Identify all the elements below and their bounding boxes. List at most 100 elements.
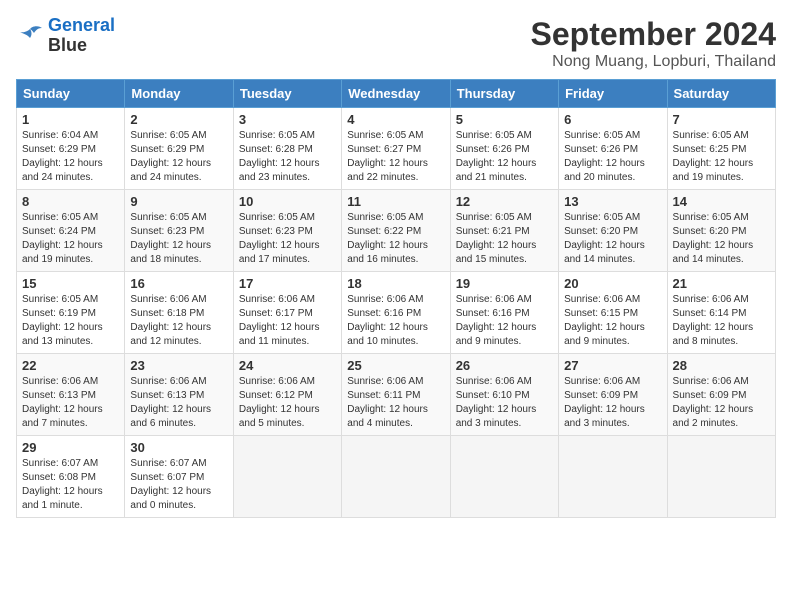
day-info: Sunrise: 6:06 AMSunset: 6:16 PMDaylight:… [347, 293, 444, 349]
month-title: September 2024 [531, 16, 776, 53]
day-number: 8 [22, 194, 119, 209]
day-info: Sunrise: 6:05 AMSunset: 6:24 PMDaylight:… [22, 211, 119, 267]
calendar-week-row: 15 Sunrise: 6:05 AMSunset: 6:19 PMDayligh… [17, 272, 776, 354]
page-header: GeneralBlue September 2024 Nong Muang, L… [16, 16, 776, 71]
day-number: 23 [130, 358, 227, 373]
calendar-cell: 25Sunrise: 6:06 AMSunset: 6:11 PMDayligh… [342, 354, 450, 436]
calendar-header-row: SundayMondayTuesdayWednesdayThursdayFrid… [17, 80, 776, 108]
logo-text: GeneralBlue [48, 16, 115, 56]
day-info: Sunrise: 6:06 AMSunset: 6:12 PMDaylight:… [239, 375, 336, 431]
day-number: 11 [347, 194, 444, 209]
calendar-cell: 16Sunrise: 6:06 AMSunset: 6:18 PMDayligh… [125, 272, 233, 354]
day-number: 24 [239, 358, 336, 373]
day-info: Sunrise: 6:05 AMSunset: 6:20 PMDaylight:… [564, 211, 661, 267]
day-number: 4 [347, 112, 444, 127]
calendar-cell [559, 436, 667, 518]
day-info: Sunrise: 6:05 AMSunset: 6:21 PMDaylight:… [456, 211, 553, 267]
calendar-cell: 6 Sunrise: 6:05 AMSunset: 6:26 PMDaylight… [559, 108, 667, 190]
calendar-cell: 7 Sunrise: 6:05 AMSunset: 6:25 PMDaylight… [667, 108, 775, 190]
calendar-cell: 15 Sunrise: 6:05 AMSunset: 6:19 PMDayligh… [17, 272, 125, 354]
day-info: Sunrise: 6:05 AMSunset: 6:29 PMDaylight:… [130, 129, 227, 185]
day-number: 15 [22, 276, 119, 291]
calendar-cell: 24 Sunrise: 6:06 AMSunset: 6:12 PMDayligh… [233, 354, 341, 436]
calendar-cell [233, 436, 341, 518]
day-info: Sunrise: 6:06 AMSunset: 6:10 PMDaylight:… [456, 375, 553, 431]
calendar-cell: 3Sunrise: 6:05 AMSunset: 6:28 PMDaylight… [233, 108, 341, 190]
day-info: Sunrise: 6:05 AMSunset: 6:28 PMDaylight:… [239, 129, 336, 185]
column-header-friday: Friday [559, 80, 667, 108]
day-number: 20 [564, 276, 661, 291]
day-number: 6 [564, 112, 661, 127]
calendar-cell: 13 Sunrise: 6:05 AMSunset: 6:20 PMDayligh… [559, 190, 667, 272]
calendar-table: SundayMondayTuesdayWednesdayThursdayFrid… [16, 79, 776, 518]
calendar-cell: 1 Sunrise: 6:04 AMSunset: 6:29 PMDaylight… [17, 108, 125, 190]
day-number: 7 [673, 112, 770, 127]
day-info: Sunrise: 6:05 AMSunset: 6:26 PMDaylight:… [456, 129, 553, 185]
column-header-sunday: Sunday [17, 80, 125, 108]
title-block: September 2024 Nong Muang, Lopburi, Thai… [531, 16, 776, 71]
day-info: Sunrise: 6:05 AMSunset: 6:19 PMDaylight:… [22, 293, 119, 349]
day-info: Sunrise: 6:06 AMSunset: 6:11 PMDaylight:… [347, 375, 444, 431]
calendar-week-row: 29 Sunrise: 6:07 AMSunset: 6:08 PMDayligh… [17, 436, 776, 518]
day-number: 26 [456, 358, 553, 373]
day-info: Sunrise: 6:05 AMSunset: 6:23 PMDaylight:… [130, 211, 227, 267]
day-info: Sunrise: 6:06 AMSunset: 6:14 PMDaylight:… [673, 293, 770, 349]
logo: GeneralBlue [16, 16, 115, 56]
day-number: 5 [456, 112, 553, 127]
calendar-cell: 5 Sunrise: 6:05 AMSunset: 6:26 PMDaylight… [450, 108, 558, 190]
calendar-cell: 11 Sunrise: 6:05 AMSunset: 6:22 PMDayligh… [342, 190, 450, 272]
day-info: Sunrise: 6:06 AMSunset: 6:18 PMDaylight:… [130, 293, 227, 349]
column-header-saturday: Saturday [667, 80, 775, 108]
calendar-cell [342, 436, 450, 518]
calendar-cell: 17Sunrise: 6:06 AMSunset: 6:17 PMDayligh… [233, 272, 341, 354]
day-info: Sunrise: 6:05 AMSunset: 6:22 PMDaylight:… [347, 211, 444, 267]
day-info: Sunrise: 6:05 AMSunset: 6:23 PMDaylight:… [239, 211, 336, 267]
day-number: 19 [456, 276, 553, 291]
calendar-week-row: 1 Sunrise: 6:04 AMSunset: 6:29 PMDaylight… [17, 108, 776, 190]
day-info: Sunrise: 6:05 AMSunset: 6:26 PMDaylight:… [564, 129, 661, 185]
day-number: 17 [239, 276, 336, 291]
column-header-monday: Monday [125, 80, 233, 108]
column-header-wednesday: Wednesday [342, 80, 450, 108]
day-info: Sunrise: 6:06 AMSunset: 6:09 PMDaylight:… [564, 375, 661, 431]
day-number: 10 [239, 194, 336, 209]
calendar-cell: 21 Sunrise: 6:06 AMSunset: 6:14 PMDayligh… [667, 272, 775, 354]
day-number: 21 [673, 276, 770, 291]
day-info: Sunrise: 6:06 AMSunset: 6:15 PMDaylight:… [564, 293, 661, 349]
day-info: Sunrise: 6:07 AMSunset: 6:07 PMDaylight:… [130, 457, 227, 513]
calendar-cell: 23Sunrise: 6:06 AMSunset: 6:13 PMDayligh… [125, 354, 233, 436]
day-info: Sunrise: 6:05 AMSunset: 6:27 PMDaylight:… [347, 129, 444, 185]
calendar-cell: 20 Sunrise: 6:06 AMSunset: 6:15 PMDayligh… [559, 272, 667, 354]
day-number: 30 [130, 440, 227, 455]
logo-icon [16, 25, 44, 47]
day-number: 2 [130, 112, 227, 127]
column-header-thursday: Thursday [450, 80, 558, 108]
day-info: Sunrise: 6:05 AMSunset: 6:25 PMDaylight:… [673, 129, 770, 185]
calendar-cell: 4 Sunrise: 6:05 AMSunset: 6:27 PMDaylight… [342, 108, 450, 190]
day-number: 9 [130, 194, 227, 209]
day-number: 29 [22, 440, 119, 455]
day-number: 13 [564, 194, 661, 209]
column-header-tuesday: Tuesday [233, 80, 341, 108]
day-info: Sunrise: 6:04 AMSunset: 6:29 PMDaylight:… [22, 129, 119, 185]
calendar-cell: 14 Sunrise: 6:05 AMSunset: 6:20 PMDayligh… [667, 190, 775, 272]
day-number: 12 [456, 194, 553, 209]
day-number: 27 [564, 358, 661, 373]
calendar-cell [667, 436, 775, 518]
day-number: 1 [22, 112, 119, 127]
calendar-cell: 10 Sunrise: 6:05 AMSunset: 6:23 PMDayligh… [233, 190, 341, 272]
calendar-cell: 9 Sunrise: 6:05 AMSunset: 6:23 PMDaylight… [125, 190, 233, 272]
day-number: 14 [673, 194, 770, 209]
day-number: 18 [347, 276, 444, 291]
calendar-cell: 8 Sunrise: 6:05 AMSunset: 6:24 PMDaylight… [17, 190, 125, 272]
calendar-cell: 26 Sunrise: 6:06 AMSunset: 6:10 PMDayligh… [450, 354, 558, 436]
day-info: Sunrise: 6:05 AMSunset: 6:20 PMDaylight:… [673, 211, 770, 267]
calendar-cell: 2 Sunrise: 6:05 AMSunset: 6:29 PMDaylight… [125, 108, 233, 190]
calendar-cell: 18 Sunrise: 6:06 AMSunset: 6:16 PMDayligh… [342, 272, 450, 354]
calendar-week-row: 22Sunrise: 6:06 AMSunset: 6:13 PMDayligh… [17, 354, 776, 436]
day-info: Sunrise: 6:07 AMSunset: 6:08 PMDaylight:… [22, 457, 119, 513]
calendar-cell: 27 Sunrise: 6:06 AMSunset: 6:09 PMDayligh… [559, 354, 667, 436]
calendar-cell: 28Sunrise: 6:06 AMSunset: 6:09 PMDayligh… [667, 354, 775, 436]
day-number: 22 [22, 358, 119, 373]
calendar-cell: 12 Sunrise: 6:05 AMSunset: 6:21 PMDayligh… [450, 190, 558, 272]
